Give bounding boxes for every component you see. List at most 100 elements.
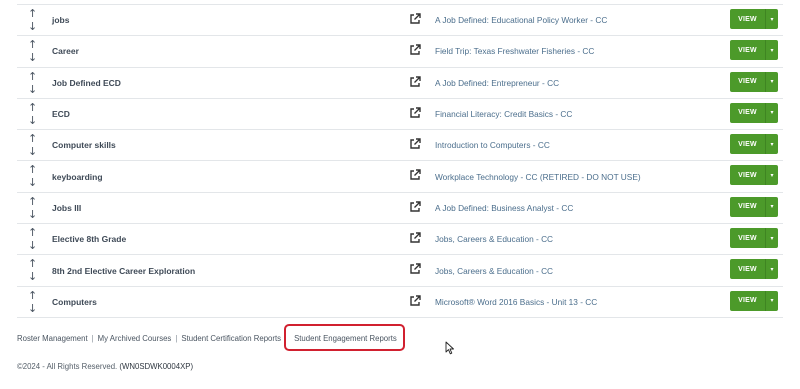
- class-name[interactable]: Job Defined ECD: [52, 78, 121, 88]
- table-row: ↑ ↓ keyboarding Workplace Technology - C…: [17, 161, 783, 193]
- mouse-pointer-icon: [445, 341, 454, 355]
- course-link[interactable]: A Job Defined: Entrepreneur - CC: [435, 78, 559, 88]
- class-name[interactable]: 8th 2nd Elective Career Exploration: [52, 266, 195, 276]
- arrow-up-icon: ↑: [28, 163, 38, 177]
- course-link[interactable]: A Job Defined: Business Analyst - CC: [435, 203, 573, 213]
- external-link-icon[interactable]: [409, 169, 421, 181]
- view-button[interactable]: VIEW ▾: [730, 259, 778, 280]
- arrow-down-icon: ↓: [28, 51, 38, 65]
- archived-courses-link[interactable]: My Archived Courses: [98, 334, 172, 343]
- chevron-down-icon[interactable]: ▾: [766, 103, 778, 123]
- sort-handle[interactable]: ↑ ↓: [28, 38, 38, 64]
- table-row: ↑ ↓ Jobs III A Job Defined: Business Ana…: [17, 193, 783, 225]
- chevron-down-icon[interactable]: ▾: [766, 228, 778, 248]
- view-button[interactable]: VIEW ▾: [730, 102, 778, 123]
- arrow-down-icon: ↓: [28, 207, 38, 221]
- external-link-icon[interactable]: [409, 13, 421, 25]
- class-name[interactable]: keyboarding: [52, 172, 103, 182]
- arrow-down-icon: ↓: [28, 301, 38, 315]
- view-button[interactable]: VIEW ▾: [730, 290, 778, 311]
- external-link-icon[interactable]: [409, 294, 421, 307]
- chevron-down-icon[interactable]: ▾: [766, 291, 778, 311]
- arrow-up-icon: ↑: [28, 257, 38, 271]
- chevron-down-icon[interactable]: ▾: [766, 165, 778, 185]
- arrow-up-icon: ↑: [28, 69, 38, 83]
- sort-handle[interactable]: ↑ ↓: [28, 70, 38, 96]
- view-button-label: VIEW: [738, 109, 757, 117]
- arrow-up-icon: ↑: [28, 132, 38, 146]
- arrow-up-icon: ↑: [28, 7, 38, 20]
- external-link-icon[interactable]: [409, 107, 421, 119]
- view-button[interactable]: VIEW ▾: [730, 228, 778, 249]
- table-row: ↑ ↓ Computers Microsoft® Word 2016 Basic…: [17, 287, 783, 318]
- arrow-up-icon: ↑: [28, 100, 38, 114]
- class-name[interactable]: ECD: [52, 109, 70, 119]
- copyright: ©2024 - All Rights Reserved. (WN0SDWK000…: [17, 362, 193, 371]
- chevron-down-icon[interactable]: ▾: [766, 40, 778, 60]
- view-button-label: VIEW: [738, 78, 757, 86]
- class-name[interactable]: Elective 8th Grade: [52, 234, 126, 244]
- table-row: ↑ ↓ Job Defined ECD A Job Defined: Entre…: [17, 68, 783, 99]
- class-name[interactable]: Career: [52, 46, 79, 56]
- sort-handle[interactable]: ↑ ↓: [28, 226, 38, 252]
- view-button-label: VIEW: [738, 265, 757, 273]
- site-code: (WN0SDWK0004XP): [119, 362, 194, 371]
- external-link-icon[interactable]: [409, 263, 421, 275]
- class-name[interactable]: jobs: [52, 15, 69, 25]
- view-button[interactable]: VIEW ▾: [730, 40, 778, 61]
- chevron-down-icon[interactable]: ▾: [766, 197, 778, 217]
- external-link-icon[interactable]: [409, 232, 421, 244]
- view-button-label: VIEW: [738, 15, 757, 23]
- view-button-label: VIEW: [738, 140, 757, 148]
- course-link[interactable]: Financial Literacy: Credit Basics - CC: [435, 109, 572, 119]
- sort-handle[interactable]: ↑ ↓: [28, 7, 38, 33]
- course-link[interactable]: Workplace Technology - CC (RETIRED - DO …: [435, 172, 641, 182]
- course-link[interactable]: Microsoft® Word 2016 Basics - Unit 13 - …: [435, 297, 597, 307]
- chevron-down-icon[interactable]: ▾: [766, 72, 778, 92]
- view-button[interactable]: VIEW ▾: [730, 165, 778, 186]
- view-button[interactable]: VIEW ▾: [730, 9, 778, 29]
- view-button[interactable]: VIEW ▾: [730, 71, 778, 92]
- chevron-down-icon[interactable]: ▾: [766, 9, 778, 29]
- external-link-icon[interactable]: [409, 75, 421, 88]
- course-link[interactable]: Field Trip: Texas Freshwater Fisheries -…: [435, 46, 594, 56]
- arrow-down-icon: ↓: [28, 113, 38, 127]
- view-button-label: VIEW: [738, 297, 757, 305]
- arrow-down-icon: ↓: [28, 239, 38, 253]
- view-button[interactable]: VIEW ▾: [730, 134, 778, 155]
- table-row: ↑ ↓ Elective 8th Grade Jobs, Careers & E…: [17, 224, 783, 256]
- course-link[interactable]: Jobs, Careers & Education - CC: [435, 234, 553, 244]
- sort-handle[interactable]: ↑ ↓: [28, 132, 38, 158]
- footer-separator: |: [175, 334, 178, 343]
- class-name[interactable]: Computers: [52, 297, 97, 307]
- course-link[interactable]: Jobs, Careers & Education - CC: [435, 266, 553, 276]
- sort-handle[interactable]: ↑ ↓: [28, 101, 38, 127]
- arrow-up-icon: ↑: [28, 288, 38, 302]
- external-link-icon[interactable]: [409, 138, 421, 150]
- footer-separator: |: [91, 334, 94, 343]
- chevron-down-icon[interactable]: ▾: [766, 134, 778, 154]
- sort-handle[interactable]: ↑ ↓: [28, 289, 38, 315]
- sort-handle[interactable]: ↑ ↓: [28, 163, 38, 189]
- certification-reports-link[interactable]: Student Certification Reports: [181, 334, 281, 343]
- external-link-icon[interactable]: [409, 201, 421, 213]
- view-button-label: VIEW: [738, 46, 757, 54]
- sort-handle[interactable]: ↑ ↓: [28, 195, 38, 221]
- arrow-up-icon: ↑: [28, 194, 38, 208]
- view-button[interactable]: VIEW ▾: [730, 196, 778, 217]
- view-button-label: VIEW: [738, 203, 757, 211]
- table-row: ↑ ↓ ECD Financial Literacy: Credit Basic…: [17, 99, 783, 131]
- sort-handle[interactable]: ↑ ↓: [28, 257, 38, 283]
- class-name[interactable]: Jobs III: [52, 203, 81, 213]
- roster-management-link[interactable]: Roster Management: [17, 334, 88, 343]
- course-table: ↑ ↓ jobs A Job Defined: Educational Poli…: [17, 4, 783, 318]
- arrow-down-icon: ↓: [28, 20, 38, 33]
- table-row: ↑ ↓ jobs A Job Defined: Educational Poli…: [17, 4, 783, 37]
- course-link[interactable]: Introduction to Computers - CC: [435, 140, 550, 150]
- arrow-up-icon: ↑: [28, 38, 38, 52]
- arrow-down-icon: ↓: [28, 176, 38, 190]
- chevron-down-icon[interactable]: ▾: [766, 259, 778, 279]
- course-link[interactable]: A Job Defined: Educational Policy Worker…: [435, 15, 607, 25]
- external-link-icon[interactable]: [409, 44, 421, 56]
- class-name[interactable]: Computer skills: [52, 140, 116, 150]
